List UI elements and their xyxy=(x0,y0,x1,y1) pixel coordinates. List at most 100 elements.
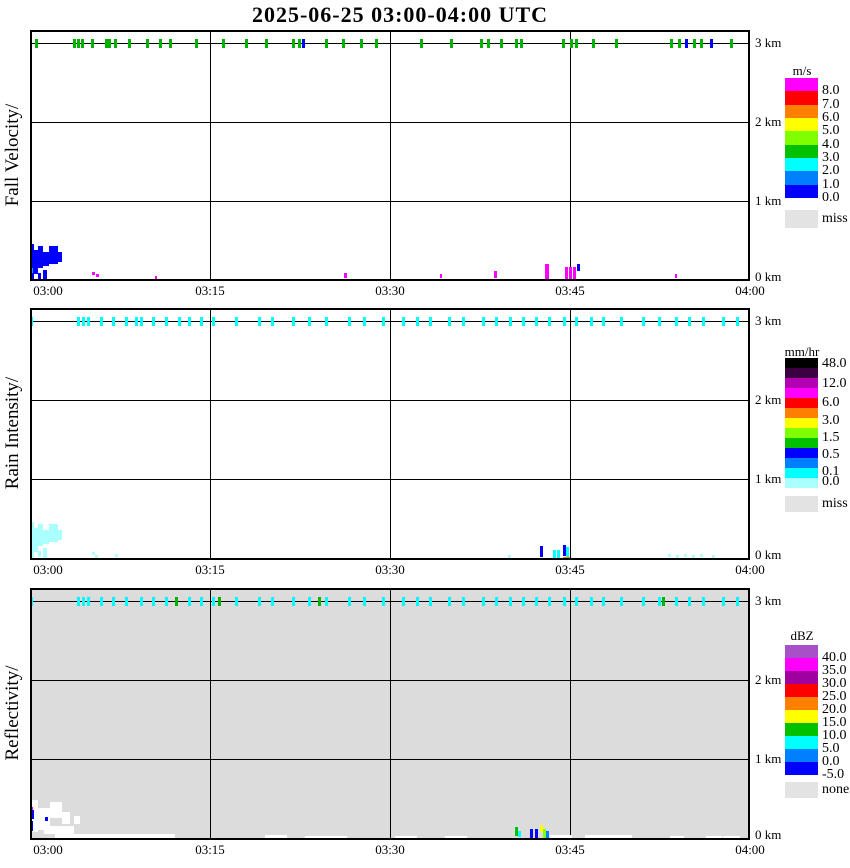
panel-rain-intensity xyxy=(30,308,750,560)
data-tick xyxy=(348,597,351,606)
height-tick-label: 3 km xyxy=(755,35,781,51)
colorbar-swatch xyxy=(785,468,818,478)
data-mark xyxy=(692,555,695,558)
vgridline xyxy=(390,32,391,279)
colorbar-rain-intensity xyxy=(785,358,818,488)
data-tick xyxy=(448,317,451,326)
colorbar-swatch xyxy=(785,158,818,171)
data-tick xyxy=(678,39,681,48)
colorbar-tick-label: 3.0 xyxy=(822,413,840,429)
data-tick xyxy=(135,317,138,326)
data-tick xyxy=(509,597,512,606)
data-tick xyxy=(535,317,538,326)
data-mark xyxy=(712,555,715,558)
data-tick xyxy=(736,317,739,326)
data-tick xyxy=(382,317,385,326)
data-tick xyxy=(548,597,551,606)
colorbar-swatch xyxy=(785,736,818,749)
data-tick xyxy=(702,317,705,326)
data-tick xyxy=(462,317,465,326)
data-mark xyxy=(445,836,467,840)
colorbar-swatch xyxy=(785,749,818,762)
data-tick xyxy=(487,39,490,48)
data-tick xyxy=(590,597,593,606)
data-tick xyxy=(575,317,578,326)
data-tick xyxy=(620,597,623,606)
data-tick xyxy=(128,39,131,48)
data-tick xyxy=(515,39,518,48)
data-mark xyxy=(74,816,80,824)
data-mark xyxy=(706,836,722,840)
colorbar-missing-swatch xyxy=(785,496,818,512)
data-tick xyxy=(722,317,725,326)
data-tick xyxy=(292,39,295,48)
axis-label-reflectivity: Reflectivity/ xyxy=(2,648,24,778)
data-tick xyxy=(265,39,268,48)
data-tick xyxy=(175,597,178,606)
data-mark xyxy=(535,829,538,838)
colorbar-tick-label: 48.0 xyxy=(822,356,847,372)
data-tick xyxy=(658,317,661,326)
data-mark xyxy=(30,274,32,279)
data-tick xyxy=(688,317,691,326)
data-tick xyxy=(730,39,733,48)
data-tick xyxy=(114,39,117,48)
colorbar-swatch xyxy=(785,118,818,131)
colorbar-swatch xyxy=(785,145,818,158)
data-tick xyxy=(212,317,215,326)
profiler-plot-page: 2025-06-25 03:00-04:00 UTC 3 km2 km1 km0… xyxy=(0,0,850,868)
data-mark xyxy=(494,271,497,278)
vgridline xyxy=(210,590,211,838)
data-tick xyxy=(416,597,419,606)
time-tick-label: 03:00 xyxy=(33,842,63,858)
time-tick-label: 03:15 xyxy=(195,283,225,299)
colorbar-missing-swatch xyxy=(785,210,818,228)
data-tick xyxy=(35,39,38,48)
height-tick-label: 1 km xyxy=(755,471,781,487)
data-mark xyxy=(58,252,62,262)
data-tick xyxy=(325,317,328,326)
data-tick xyxy=(602,317,605,326)
colorbar-tick-label: -5.0 xyxy=(822,767,844,783)
data-tick xyxy=(77,39,80,48)
data-mark xyxy=(55,834,175,840)
data-tick xyxy=(535,597,538,606)
data-tick xyxy=(675,597,678,606)
data-tick xyxy=(222,39,225,48)
data-mark xyxy=(668,554,671,557)
data-mark xyxy=(395,836,417,840)
data-tick xyxy=(402,317,405,326)
data-tick xyxy=(360,39,363,48)
data-tick xyxy=(188,597,191,606)
data-mark xyxy=(508,555,511,558)
data-mark xyxy=(92,272,95,275)
data-tick xyxy=(235,317,238,326)
data-tick xyxy=(693,39,696,48)
data-tick xyxy=(212,597,215,606)
data-tick xyxy=(670,39,673,48)
data-mark xyxy=(96,274,99,277)
data-mark xyxy=(675,274,677,278)
data-mark xyxy=(45,817,48,821)
vgridline xyxy=(570,32,571,279)
data-tick xyxy=(178,317,181,326)
data-tick xyxy=(348,317,351,326)
data-mark xyxy=(557,550,560,558)
data-mark xyxy=(265,835,287,840)
data-mark xyxy=(550,835,572,840)
data-mark xyxy=(723,836,740,840)
colorbar-swatch xyxy=(785,171,818,184)
data-tick xyxy=(495,317,498,326)
data-tick xyxy=(218,597,221,606)
colorbar-swatch xyxy=(785,105,818,118)
data-tick xyxy=(308,597,311,606)
data-tick xyxy=(522,317,525,326)
data-tick xyxy=(195,39,198,48)
time-tick-label: 03:00 xyxy=(33,283,63,299)
time-tick-label: 03:00 xyxy=(33,562,63,578)
data-tick xyxy=(325,39,328,48)
height-tick-label: 2 km xyxy=(755,672,781,688)
data-tick xyxy=(592,39,595,48)
height-tick-label: 1 km xyxy=(755,193,781,209)
data-mark xyxy=(30,821,33,831)
